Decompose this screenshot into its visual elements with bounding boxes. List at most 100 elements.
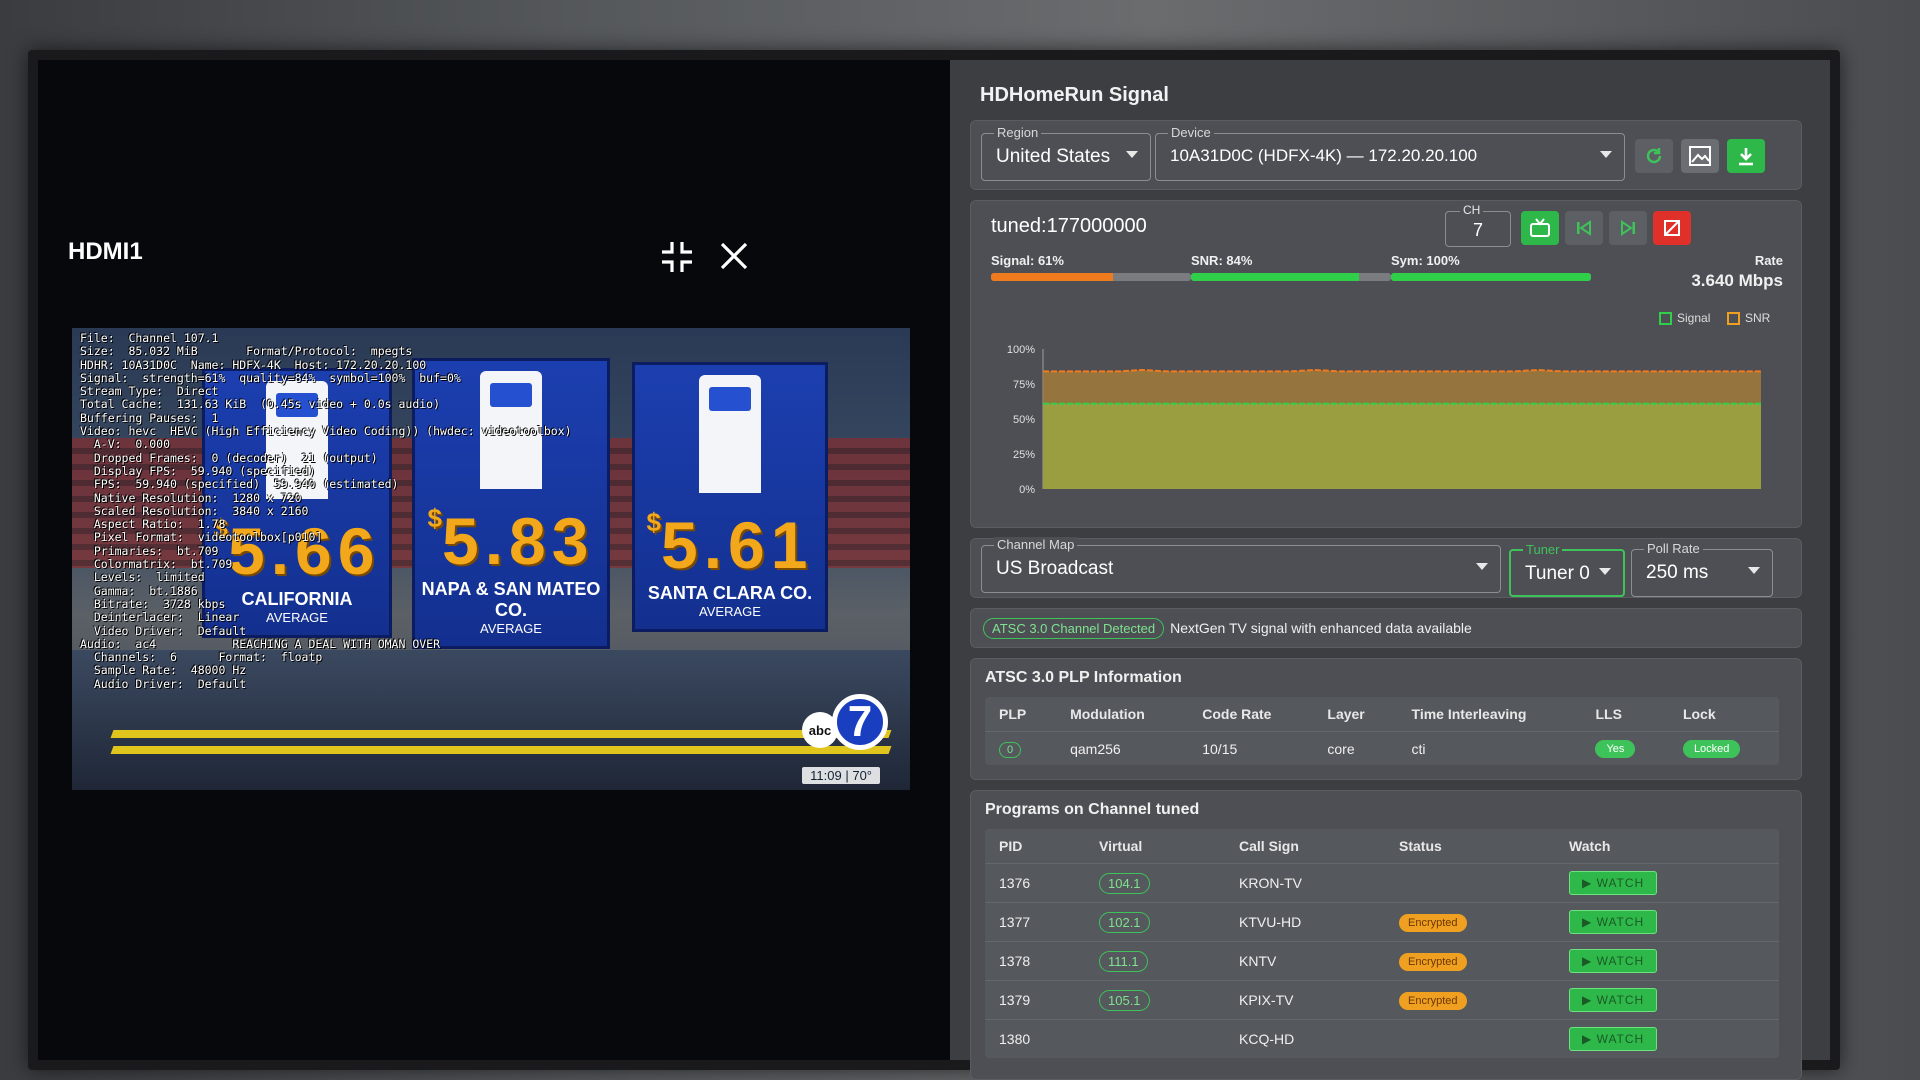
plp-table: PLP Modulation Code Rate Layer Time Inte…: [985, 697, 1779, 765]
signal-label: Signal: 61%: [991, 253, 1064, 268]
stats-line: Audio: ac4 REACHING A DEAL WITH OMAN OVE…: [80, 636, 441, 651]
program-callsign: KCQ-HD: [1239, 1031, 1295, 1047]
tv-icon: [1530, 218, 1550, 237]
virtual-channel-badge: 104.1: [1099, 872, 1150, 894]
floor-stripe: [110, 746, 892, 754]
watch-button[interactable]: ▶ WATCH: [1569, 1027, 1658, 1051]
stats-line: Sample Rate: 48000 Hz: [80, 663, 247, 678]
stats-line: Native Resolution: 1280 x 720: [80, 490, 302, 505]
video-pane: HDMI1 $5.66 CALIFORNIA AVERAGE $5.83 NAP…: [38, 60, 950, 1060]
stats-line: Buffering Pauses: 1: [80, 410, 219, 425]
plp-col-header: LLS: [1595, 706, 1622, 722]
plp-col-header: Time Interleaving: [1411, 706, 1527, 722]
table-row: 1377 102.1 KTVU-HD Encrypted ▶ WATCH: [985, 902, 1779, 942]
stats-line: Bitrate: 3728 kbps: [80, 596, 226, 611]
programs-col-header: Watch: [1569, 838, 1611, 854]
signal-panel: HDHomeRun Signal Region United States De…: [950, 60, 1830, 1080]
stats-line: Signal: strength=61% quality=84% symbol=…: [80, 370, 461, 385]
tv-screen: HDMI1 $5.66 CALIFORNIA AVERAGE $5.83 NAP…: [28, 50, 1840, 1080]
sign-place: SANTA CLARA CO.: [647, 583, 813, 603]
refresh-button[interactable]: [1635, 139, 1673, 173]
virtual-channel-badge: 111.1: [1099, 950, 1148, 972]
stats-line: Size: 85.032 MiB Format/Protocol: mpegts: [80, 344, 413, 359]
sym-label: Sym: 100%: [1391, 253, 1460, 268]
next-channel-button[interactable]: [1609, 211, 1647, 245]
time-weather-bug: 11:09 | 70°: [802, 767, 880, 784]
programs-col-header: PID: [999, 838, 1023, 854]
video-frame[interactable]: $5.66 CALIFORNIA AVERAGE $5.83 NAPA & SA…: [72, 328, 910, 790]
source-label: HDMI1: [68, 238, 143, 265]
channel-input[interactable]: CH 7: [1445, 203, 1511, 247]
signal-history-chart: 100% 75% 50% 25% 0%: [1007, 344, 1761, 496]
stats-line: Deinterlacer: Linear: [80, 610, 240, 625]
tuned-frequency: tuned:177000000: [991, 215, 1147, 237]
stats-line: Primaries: bt.709: [80, 543, 219, 558]
programs-card: Programs on Channel tuned PID Virtual Ca…: [970, 790, 1802, 1080]
y-tick-label: 100%: [1007, 344, 1035, 356]
status-badge: Encrypted: [1399, 952, 1467, 971]
program-callsign: KTVU-HD: [1239, 914, 1302, 930]
sym-meter: [1391, 273, 1591, 281]
programs-col-header: Virtual: [1099, 838, 1143, 854]
skip-forward-icon: [1621, 220, 1635, 236]
program-pid: 1377: [999, 914, 1031, 930]
plp-title: ATSC 3.0 PLP Information: [985, 669, 1182, 686]
atsc-banner: ATSC 3.0 Channel Detected NextGen TV sig…: [970, 608, 1802, 648]
stats-line: Colormatrix: bt.709: [80, 557, 233, 572]
plp-col-header: Modulation: [1070, 706, 1145, 722]
tune-button[interactable]: [1521, 211, 1559, 245]
stats-line: Scaled Resolution: 3840 x 2160: [80, 503, 309, 518]
poll-rate-select[interactable]: Poll Rate 250 ms: [1631, 541, 1773, 597]
watch-button[interactable]: ▶ WATCH: [1569, 988, 1658, 1012]
stats-line: Video Driver: Default: [80, 623, 247, 638]
plp-code-rate: 10/15: [1188, 731, 1314, 765]
stop-icon: [1664, 220, 1680, 236]
y-tick-label: 75%: [1013, 379, 1035, 391]
watch-button[interactable]: ▶ WATCH: [1569, 871, 1658, 895]
stats-line: Dropped Frames: 0 (decoder) 21 (output): [80, 450, 378, 465]
lls-badge: Yes: [1595, 740, 1636, 758]
plp-card: ATSC 3.0 PLP Information PLP Modulation …: [970, 658, 1802, 780]
plp-modulation: qam256: [1056, 731, 1189, 765]
sign-average: AVERAGE: [699, 604, 761, 619]
chevron-down-icon: [1748, 567, 1760, 574]
region-select[interactable]: Region United States: [981, 125, 1151, 181]
table-row: 1379 105.1 KPIX-TV Encrypted ▶ WATCH: [985, 980, 1779, 1020]
close-icon[interactable]: [718, 240, 750, 278]
status-badge: Encrypted: [1399, 991, 1467, 1010]
minimize-icon[interactable]: [660, 240, 694, 280]
rate-value: 3.640 Mbps: [1691, 271, 1783, 290]
signal-card: tuned:177000000 CH 7 Signal: 61% SNR: 84…: [970, 200, 1802, 528]
stats-line: Levels: limited: [80, 570, 205, 585]
stats-line: A-V: 0.000: [80, 437, 171, 452]
chevron-down-icon: [1476, 563, 1488, 570]
atsc-note: NextGen TV signal with enhanced data ava…: [1170, 620, 1472, 636]
download-icon: [1739, 148, 1753, 166]
download-button[interactable]: [1727, 139, 1765, 173]
tuner-select[interactable]: Tuner Tuner 0: [1509, 542, 1625, 597]
plp-id-badge: 0: [999, 741, 1022, 758]
stats-line: Pixel Format: videotoolbox[p010]: [80, 530, 323, 545]
stop-button[interactable]: [1653, 211, 1691, 245]
y-tick-label: 0%: [1019, 484, 1035, 496]
stats-line: File: Channel 107.1: [80, 331, 219, 345]
table-row: 1376 104.1 KRON-TV ▶ WATCH: [985, 863, 1779, 903]
player-stats-overlay: File: Channel 107.1 Size: 85.032 MiB Form…: [80, 331, 572, 691]
program-pid: 1378: [999, 953, 1031, 969]
programs-col-header: Call Sign: [1239, 838, 1299, 854]
stats-line: Gamma: bt.1886: [80, 583, 198, 598]
channel-map-select[interactable]: Channel Map US Broadcast: [981, 537, 1501, 593]
watch-button[interactable]: ▶ WATCH: [1569, 910, 1658, 934]
device-card: Region United States Device 10A31D0C (HD…: [970, 120, 1802, 190]
plp-col-header: Layer: [1327, 706, 1365, 722]
stats-line: Total Cache: 131.63 KiB (0.45s video + 0…: [80, 397, 441, 412]
screenshot-button[interactable]: [1681, 139, 1719, 173]
chevron-down-icon: [1126, 151, 1138, 158]
watch-button[interactable]: ▶ WATCH: [1569, 949, 1658, 973]
floor-stripe: [110, 730, 892, 738]
rate-label: Rate: [1754, 253, 1783, 268]
snr-meter: [1191, 273, 1391, 281]
image-icon: [1689, 146, 1711, 166]
device-select[interactable]: Device 10A31D0C (HDFX-4K) — 172.20.20.10…: [1155, 125, 1625, 181]
previous-channel-button[interactable]: [1565, 211, 1603, 245]
